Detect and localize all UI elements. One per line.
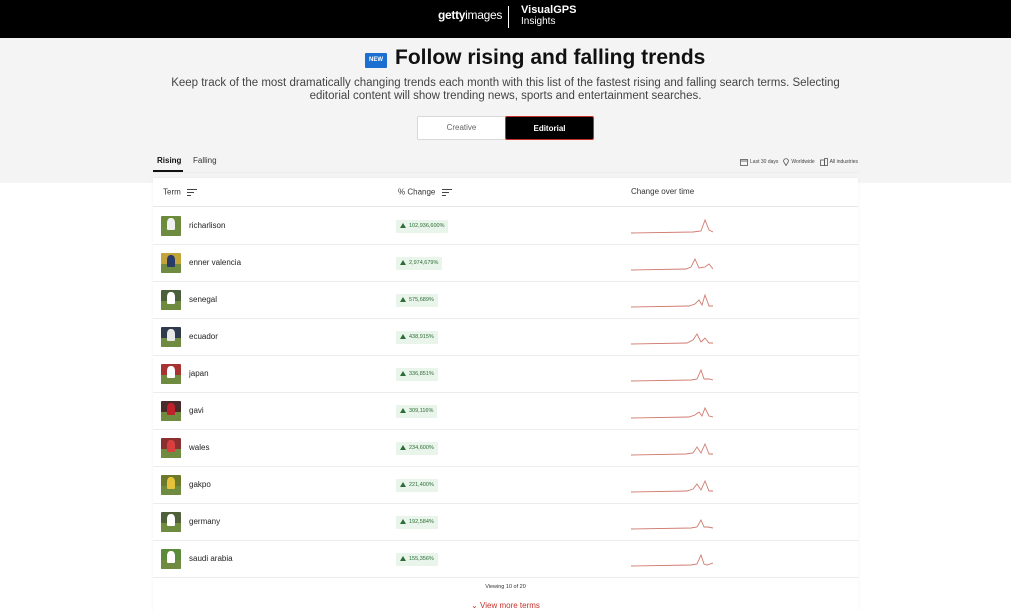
change-badge: 309,116% <box>396 405 438 418</box>
chevron-down-icon: ⌄ <box>471 601 478 610</box>
table-row[interactable]: germany 192,584% <box>153 504 858 541</box>
trend-sparkline <box>630 549 714 569</box>
tab-falling[interactable]: Falling <box>193 156 217 165</box>
arrow-up-icon <box>400 518 406 524</box>
arrow-up-icon <box>400 481 406 487</box>
term-label[interactable]: richarlison <box>189 221 225 230</box>
term-label[interactable]: germany <box>189 517 220 526</box>
change-badge: 336,851% <box>396 368 438 381</box>
term-thumbnail[interactable] <box>161 216 181 236</box>
term-thumbnail[interactable] <box>161 549 181 569</box>
term-label[interactable]: enner valencia <box>189 258 241 267</box>
trend-sparkline <box>630 512 714 532</box>
building-icon <box>819 158 828 166</box>
table-header: Term % Change Change over time <box>153 178 858 207</box>
trend-sparkline <box>630 475 713 495</box>
trend-sparkline <box>630 401 714 421</box>
top-bar: gettyimages VisualGPS Insights <box>0 0 1011 38</box>
term-label[interactable]: senegal <box>189 295 217 304</box>
table-row[interactable]: richarlison 102,936,600% <box>153 208 858 245</box>
table-row[interactable]: senegal 575,689% <box>153 282 858 319</box>
change-badge: 438,915% <box>396 331 438 344</box>
period-filter[interactable]: Last 30 days <box>740 158 778 166</box>
page-subtitle: Keep track of the most dramatically chan… <box>171 77 840 102</box>
change-badge: 102,936,600% <box>396 220 449 233</box>
trend-sparkline <box>630 327 713 347</box>
term-label[interactable]: wales <box>189 443 209 452</box>
term-column-header[interactable]: Term <box>163 187 198 198</box>
arrow-up-icon <box>400 555 406 561</box>
trend-sparkline <box>630 216 714 236</box>
new-badge: NEW <box>365 53 387 68</box>
table-row[interactable]: gakpo 221,400% <box>153 467 858 504</box>
arrow-up-icon <box>400 444 406 450</box>
term-label[interactable]: saudi arabia <box>189 554 233 563</box>
term-thumbnail[interactable] <box>161 438 181 458</box>
trend-sparkline <box>630 438 713 458</box>
content-type-toggle: Creative Editorial <box>417 116 594 140</box>
term-label[interactable]: gavi <box>189 406 204 415</box>
change-badge: 575,689% <box>396 294 438 307</box>
term-thumbnail[interactable] <box>161 290 181 310</box>
industry-filter-label: All industries <box>829 159 858 165</box>
visualgps-insights-logo[interactable]: VisualGPS Insights <box>521 5 576 28</box>
sort-icon <box>187 187 198 198</box>
change-badge: 234,600% <box>396 442 438 455</box>
change-badge: 155,356% <box>396 553 438 566</box>
table-row[interactable]: enner valencia 2,974,679% <box>153 245 858 282</box>
arrow-up-icon <box>400 259 406 265</box>
term-thumbnail[interactable] <box>161 512 181 532</box>
arrow-up-icon <box>400 222 406 228</box>
term-thumbnail[interactable] <box>161 327 181 347</box>
arrow-up-icon <box>400 333 406 339</box>
change-badge: 2,974,679% <box>396 257 443 270</box>
arrow-up-icon <box>400 407 406 413</box>
table-row[interactable]: ecuador 438,915% <box>153 319 858 356</box>
logo-divider <box>508 6 509 28</box>
filter-bar: Last 30 days Worldwide All industries <box>740 158 858 166</box>
trend-sparkline <box>630 290 713 310</box>
tabs-divider <box>153 172 858 173</box>
term-thumbnail[interactable] <box>161 401 181 421</box>
sort-icon <box>441 187 452 198</box>
term-thumbnail[interactable] <box>161 364 181 384</box>
view-more-link[interactable]: ⌄ View more terms <box>153 601 858 610</box>
trends-table: Term % Change Change over time richarlis… <box>153 178 858 611</box>
term-label[interactable]: japan <box>189 369 209 378</box>
term-thumbnail[interactable] <box>161 475 181 495</box>
trend-sparkline <box>630 253 714 273</box>
table-row[interactable]: japan 336,851% <box>153 356 858 393</box>
page-title: Follow rising and falling trends <box>395 46 706 69</box>
industry-filter[interactable]: All industries <box>819 158 858 166</box>
tab-rising[interactable]: Rising <box>157 156 181 165</box>
change-badge: 192,584% <box>396 516 438 529</box>
change-column-header[interactable]: % Change <box>398 187 452 198</box>
location-pin-icon <box>783 158 790 166</box>
trend-sparkline <box>630 364 714 384</box>
table-row[interactable]: gavi 309,116% <box>153 393 858 430</box>
viewing-count: Viewing 10 of 20 <box>485 584 526 590</box>
table-row[interactable]: wales 234,600% <box>153 430 858 467</box>
table-row[interactable]: saudi arabia 155,356% <box>153 541 858 578</box>
region-filter-label: Worldwide <box>791 159 815 165</box>
getty-images-logo[interactable]: gettyimages <box>438 8 502 22</box>
creative-toggle-button[interactable]: Creative <box>417 116 506 140</box>
term-label[interactable]: ecuador <box>189 332 218 341</box>
calendar-icon <box>740 159 748 166</box>
term-thumbnail[interactable] <box>161 253 181 273</box>
arrow-up-icon <box>400 296 406 302</box>
change-badge: 221,400% <box>396 479 438 492</box>
term-label[interactable]: gakpo <box>189 480 211 489</box>
time-column-header: Change over time <box>631 187 695 196</box>
region-filter[interactable]: Worldwide <box>783 158 815 166</box>
editorial-toggle-button[interactable]: Editorial <box>505 116 594 140</box>
period-filter-label: Last 30 days <box>750 159 779 165</box>
arrow-up-icon <box>400 370 406 376</box>
